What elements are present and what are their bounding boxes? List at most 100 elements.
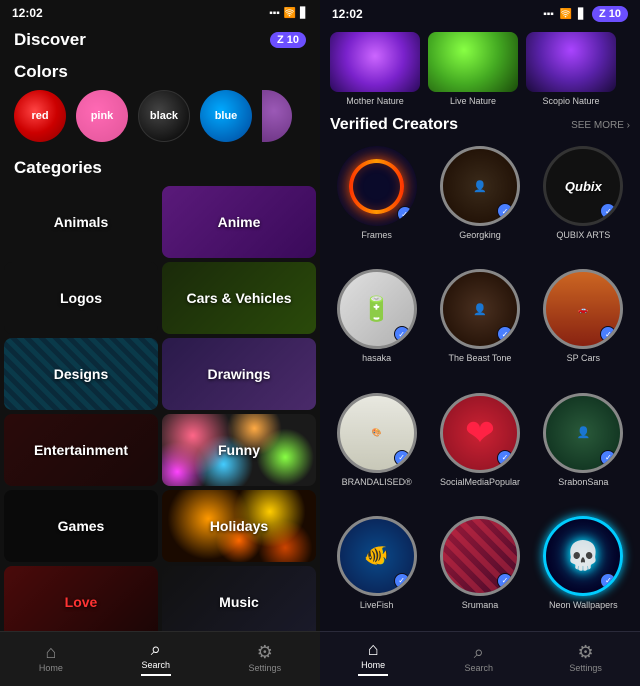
brand-art: 🎨 xyxy=(372,428,382,437)
right-nav-settings[interactable]: ⚙ Settings xyxy=(569,643,602,673)
skull-icon: 💀 xyxy=(566,539,601,572)
creator-sp-cars-avatar: 🚗 ✓ xyxy=(543,269,623,349)
hasaka-icon: 🔋 xyxy=(362,295,392,324)
left-status-bar: 12:02 ▪▪▪ 🛜 ▋ xyxy=(0,0,320,26)
right-status-bar: 12:02 ▪▪▪ 🛜 ▋ Z 10 xyxy=(320,0,640,28)
nature-strip: Mother Nature Live Nature Scopio Nature xyxy=(320,28,640,112)
creator-neon-avatar: 💀 ✓ xyxy=(543,516,623,596)
creator-sarabon-avatar: 👤 ✓ xyxy=(543,393,623,473)
creator-livefish[interactable]: 🐠 ✓ LiveFish xyxy=(326,510,427,631)
right-bottom-nav: ⌂ Home ⌕ Search ⚙ Settings xyxy=(320,631,640,686)
creator-qubix-name: QUBIX ARTS xyxy=(556,230,610,241)
category-music[interactable]: Music xyxy=(162,566,316,631)
creator-livefish-name: LiveFish xyxy=(360,600,394,611)
categories-section-title: Categories xyxy=(0,154,320,186)
category-games[interactable]: Games xyxy=(4,490,158,562)
left-nav-search[interactable]: ⌕ Search xyxy=(141,640,171,676)
category-holidays-label: Holidays xyxy=(210,518,268,534)
beast-art: 👤 xyxy=(473,303,487,316)
creator-beast[interactable]: 👤 ✓ The Beast Tone xyxy=(429,263,530,384)
heart-icon: ❤ xyxy=(465,412,495,454)
creator-srumana[interactable]: ✓ Srumana xyxy=(429,510,530,631)
left-nav-home-label: Home xyxy=(39,663,63,673)
category-games-label: Games xyxy=(58,518,105,534)
battery-icon: ▋ xyxy=(300,8,308,19)
left-nav-home[interactable]: ⌂ Home xyxy=(39,643,63,673)
creator-neon-name: Neon Wallpapers xyxy=(549,600,618,611)
category-cars[interactable]: Cars & Vehicles xyxy=(162,262,316,334)
category-cars-label: Cars & Vehicles xyxy=(186,290,291,306)
left-header: Discover Z 10 xyxy=(0,26,320,58)
right-nav-home[interactable]: ⌂ Home xyxy=(358,640,388,676)
creator-livefish-avatar: 🐠 ✓ xyxy=(337,516,417,596)
creator-hasaka[interactable]: 🔋 ✓ hasaka xyxy=(326,263,427,384)
category-logos-label: Logos xyxy=(60,290,102,306)
home-active-indicator xyxy=(358,674,388,676)
right-nav-search[interactable]: ⌕ Search xyxy=(464,643,493,673)
category-holidays[interactable]: Holidays xyxy=(162,490,316,562)
nature-scopio[interactable]: Scopio Nature xyxy=(526,32,616,106)
category-logos[interactable]: Logos xyxy=(4,262,158,334)
creator-sarabon[interactable]: 👤 ✓ SrabonSana xyxy=(533,387,634,508)
see-more-button[interactable]: SEE MORE › xyxy=(571,120,630,131)
creator-georgking[interactable]: 👤 ✓ Georgking xyxy=(429,140,530,261)
creator-srumana-avatar: ✓ xyxy=(440,516,520,596)
categories-grid: Animals Anime Logos Cars & Vehicles Desi… xyxy=(0,186,320,631)
creator-social-name: SocialMediaPopular xyxy=(440,477,520,488)
creator-brand-avatar: 🎨 ✓ xyxy=(337,393,417,473)
right-wifi-icon: 🛜 xyxy=(560,9,572,20)
creator-georgking-avatar: 👤 ✓ xyxy=(440,146,520,226)
creator-neon[interactable]: 💀 ✓ Neon Wallpapers xyxy=(533,510,634,631)
verified-badge-beast: ✓ xyxy=(497,326,513,342)
creator-beast-avatar: 👤 ✓ xyxy=(440,269,520,349)
live-nature-thumb xyxy=(428,32,518,92)
creator-social[interactable]: ❤ ✓ SocialMediaPopular xyxy=(429,387,530,508)
creator-srumana-name: Srumana xyxy=(462,600,499,611)
sp-cars-art: 🚗 xyxy=(578,305,588,314)
creator-social-avatar: ❤ ✓ xyxy=(440,393,520,473)
category-love[interactable]: Love xyxy=(4,566,158,631)
category-anime[interactable]: Anime xyxy=(162,186,316,258)
right-home-icon: ⌂ xyxy=(368,640,379,658)
category-designs[interactable]: Designs xyxy=(4,338,158,410)
frames-ring xyxy=(349,159,404,214)
qubix-text: Qubix xyxy=(565,179,602,194)
left-nav-search-label: Search xyxy=(141,660,170,670)
creator-frames-name: Frames xyxy=(361,230,392,241)
right-z-badge: Z 10 xyxy=(592,6,628,22)
right-nav-home-label: Home xyxy=(361,660,385,670)
creator-hasaka-avatar: 🔋 ✓ xyxy=(337,269,417,349)
category-drawings[interactable]: Drawings xyxy=(162,338,316,410)
color-blue[interactable]: blue xyxy=(200,90,252,142)
category-funny[interactable]: Funny xyxy=(162,414,316,486)
category-anime-label: Anime xyxy=(218,214,261,230)
verified-badge-neon: ✓ xyxy=(600,573,616,589)
creator-brand-name: BRANDALISED® xyxy=(342,477,412,488)
left-nav-settings[interactable]: ⚙ Settings xyxy=(249,643,282,673)
creator-frames-avatar: ✓ xyxy=(337,146,417,226)
left-status-icons: ▪▪▪ 🛜 ▋ xyxy=(269,8,308,19)
verified-badge-sarabon: ✓ xyxy=(600,450,616,466)
category-animals[interactable]: Animals xyxy=(4,186,158,258)
creator-qubix[interactable]: Qubix ✓ QUBIX ARTS xyxy=(533,140,634,261)
creator-sarabon-name: SrabonSana xyxy=(558,477,608,488)
left-time: 12:02 xyxy=(12,6,43,20)
creator-brand[interactable]: 🎨 ✓ BRANDALISED® xyxy=(326,387,427,508)
right-signal-icon: ▪▪▪ xyxy=(543,9,554,20)
creator-frames[interactable]: ✓ Frames xyxy=(326,140,427,261)
nature-mother[interactable]: Mother Nature xyxy=(330,32,420,106)
category-entertainment[interactable]: Entertainment xyxy=(4,414,158,486)
color-red[interactable]: red xyxy=(14,90,66,142)
color-more[interactable] xyxy=(262,90,292,142)
nature-live[interactable]: Live Nature xyxy=(428,32,518,106)
mother-nature-thumb xyxy=(330,32,420,92)
wifi-icon: 🛜 xyxy=(284,8,296,19)
verified-badge-social: ✓ xyxy=(497,450,513,466)
creator-sp-cars[interactable]: 🚗 ✓ SP Cars xyxy=(533,263,634,384)
color-black[interactable]: black xyxy=(138,90,190,142)
verified-badge-qubix: ✓ xyxy=(600,203,616,219)
search-active-indicator xyxy=(141,674,171,676)
color-pink[interactable]: pink xyxy=(76,90,128,142)
georgking-art: 👤 xyxy=(473,180,487,193)
scopio-nature-label: Scopio Nature xyxy=(542,96,599,106)
